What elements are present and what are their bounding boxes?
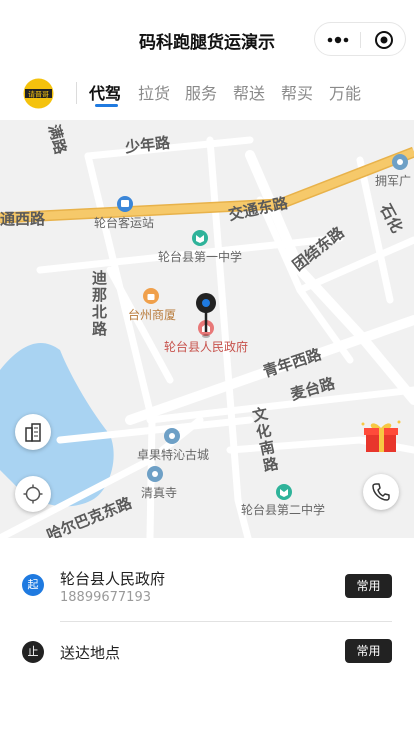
locate-button[interactable] xyxy=(15,476,51,512)
title-bar: 码科跑腿货运演示 xyxy=(0,0,414,80)
start-address[interactable]: 轮台县人民政府 xyxy=(60,568,165,589)
start-common-button[interactable]: 常用 xyxy=(345,574,392,598)
poi-school-2[interactable]: 轮台县第二中学 xyxy=(241,501,325,518)
poi-mall[interactable]: 台州商厦 xyxy=(128,306,176,323)
building-button[interactable] xyxy=(15,414,51,450)
road-label-jiaotong-west: 通西路 xyxy=(0,210,46,228)
map-view[interactable]: 满路 少年路 通西路 交通东路 团结东路 迪那北路 青年西路 麦台路 文化南路 … xyxy=(0,120,414,538)
tab-lahuo[interactable]: 拉货 xyxy=(138,80,170,104)
landmark-icon xyxy=(164,428,180,444)
route-panel: 起 轮台县人民政府 18899677193 常用 止 送达地点 常用 xyxy=(0,538,414,736)
more-icon[interactable] xyxy=(326,33,350,47)
tab-daijia[interactable]: 代驾 xyxy=(89,80,121,104)
phone-icon xyxy=(372,483,390,501)
destination-field[interactable]: 送达地点 xyxy=(60,642,120,663)
poi-school-1[interactable]: 轮台县第一中学 xyxy=(158,248,242,265)
logo-divider xyxy=(76,82,77,104)
tab-bangmai[interactable]: 帮买 xyxy=(281,80,313,104)
bus-icon xyxy=(117,196,133,212)
poi-bus-station[interactable]: 轮台客运站 xyxy=(94,214,154,231)
poi-government[interactable]: 轮台县人民政府 xyxy=(164,338,248,355)
active-tab-indicator xyxy=(95,104,118,107)
tab-fuwu[interactable]: 服务 xyxy=(185,80,217,104)
phone-button[interactable] xyxy=(363,474,399,510)
school-icon xyxy=(192,230,208,246)
logo-text: 请晋哥 xyxy=(28,89,49,98)
poi-mosque[interactable]: 清真寺 xyxy=(141,484,177,501)
end-common-button[interactable]: 常用 xyxy=(345,639,392,663)
location-pin-icon xyxy=(196,293,216,338)
route-divider xyxy=(60,621,392,622)
building-icon xyxy=(25,423,41,442)
shopping-icon xyxy=(143,288,159,304)
mini-program-capsule xyxy=(314,22,406,56)
gift-icon[interactable] xyxy=(360,418,402,454)
tab-wanneng[interactable]: 万能 xyxy=(329,80,361,104)
mosque-icon xyxy=(147,466,163,482)
poi-zhuoguo-city[interactable]: 卓果特沁古城 xyxy=(137,446,209,463)
road-label-dina-north: 迪那北路 xyxy=(92,269,108,338)
landmark-icon xyxy=(392,154,408,170)
capsule-divider xyxy=(360,32,361,48)
end-badge: 止 xyxy=(22,641,44,663)
service-tabs: 请晋哥 代驾 拉货 服务 帮送 帮买 万能 xyxy=(0,72,414,120)
start-badge: 起 xyxy=(22,574,44,596)
poi-top-right[interactable]: 拥军广 xyxy=(375,172,411,189)
start-phone: 18899677193 xyxy=(60,590,151,605)
school-icon xyxy=(276,484,292,500)
close-target-icon[interactable] xyxy=(374,30,394,50)
brand-logo: 请晋哥 xyxy=(23,78,54,109)
locate-icon xyxy=(23,484,43,504)
tab-bangsong[interactable]: 帮送 xyxy=(233,80,265,104)
